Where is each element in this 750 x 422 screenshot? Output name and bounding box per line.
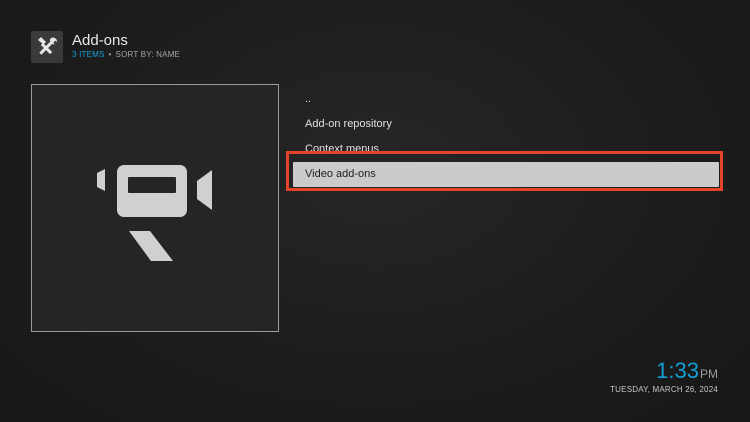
page-title: Add-ons [72,32,128,49]
list-item-video-addons[interactable]: Video add-ons [293,162,719,187]
addon-category-list: .. Add-on repository Context menus Video… [293,87,719,187]
sort-label: SORT BY: NAME [115,50,181,59]
list-item-parent-folder[interactable]: .. [293,87,719,112]
addon-preview-panel [31,84,279,332]
list-item-context-menus[interactable]: Context menus [293,137,719,162]
header-subtitle: 3 ITEMS • SORT BY: NAME [72,50,180,60]
subtitle-separator: • [108,50,112,59]
item-count: 3 ITEMS [72,50,105,59]
list-item-addon-repository[interactable]: Add-on repository [293,112,719,137]
clock-widget: 1:33PM TUESDAY, MARCH 26, 2024 [610,358,718,395]
clock-time: 1:33 [656,358,699,383]
tools-icon [31,31,63,63]
clock-ampm: PM [700,367,718,381]
clock-date: TUESDAY, MARCH 26, 2024 [610,385,718,394]
video-camera-icon [97,165,212,261]
